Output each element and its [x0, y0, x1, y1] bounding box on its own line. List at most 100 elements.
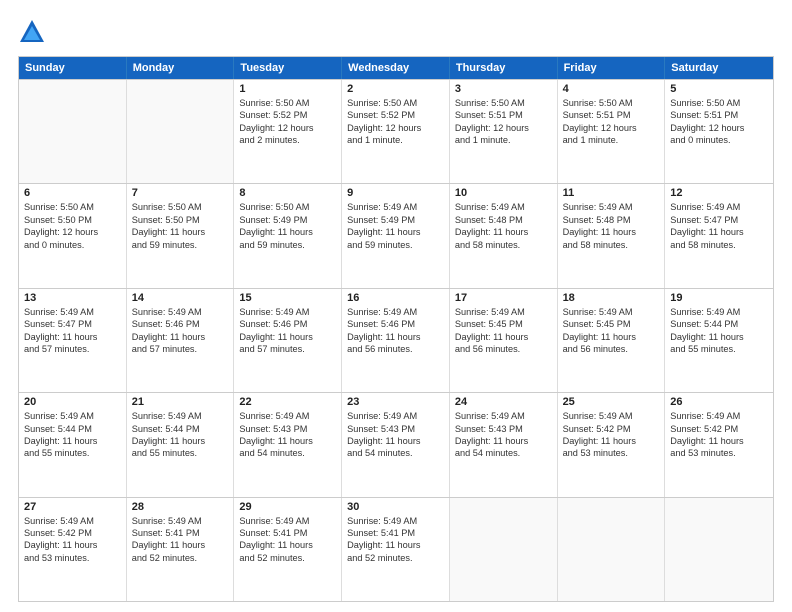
cell-line: Sunrise: 5:49 AM [670, 201, 768, 213]
cal-cell: 25Sunrise: 5:49 AMSunset: 5:42 PMDayligh… [558, 393, 666, 496]
cell-line: Sunrise: 5:49 AM [347, 515, 444, 527]
cal-cell: 20Sunrise: 5:49 AMSunset: 5:44 PMDayligh… [19, 393, 127, 496]
cal-cell: 6Sunrise: 5:50 AMSunset: 5:50 PMDaylight… [19, 184, 127, 287]
cell-line: Sunset: 5:48 PM [563, 214, 660, 226]
cal-cell [127, 80, 235, 183]
day-number: 6 [24, 187, 121, 199]
logo-icon [18, 18, 46, 46]
cell-line: Daylight: 11 hours [239, 435, 336, 447]
cell-line: Sunrise: 5:49 AM [455, 410, 552, 422]
day-number: 11 [563, 187, 660, 199]
day-number: 18 [563, 292, 660, 304]
cal-cell: 7Sunrise: 5:50 AMSunset: 5:50 PMDaylight… [127, 184, 235, 287]
cal-cell: 21Sunrise: 5:49 AMSunset: 5:44 PMDayligh… [127, 393, 235, 496]
cal-cell: 12Sunrise: 5:49 AMSunset: 5:47 PMDayligh… [665, 184, 773, 287]
logo [18, 18, 50, 46]
cell-line: Daylight: 11 hours [24, 435, 121, 447]
day-number: 10 [455, 187, 552, 199]
day-number: 15 [239, 292, 336, 304]
cell-line: Sunrise: 5:49 AM [24, 515, 121, 527]
cell-line: Sunset: 5:52 PM [239, 109, 336, 121]
cell-line: Sunset: 5:51 PM [563, 109, 660, 121]
cell-line: Sunrise: 5:49 AM [347, 201, 444, 213]
cell-line: Sunrise: 5:50 AM [132, 201, 229, 213]
cell-line: Sunset: 5:44 PM [132, 423, 229, 435]
cal-cell: 2Sunrise: 5:50 AMSunset: 5:52 PMDaylight… [342, 80, 450, 183]
cell-line: Sunrise: 5:49 AM [239, 410, 336, 422]
cal-cell: 9Sunrise: 5:49 AMSunset: 5:49 PMDaylight… [342, 184, 450, 287]
cal-cell: 18Sunrise: 5:49 AMSunset: 5:45 PMDayligh… [558, 289, 666, 392]
cell-line: Sunset: 5:51 PM [455, 109, 552, 121]
cal-cell: 8Sunrise: 5:50 AMSunset: 5:49 PMDaylight… [234, 184, 342, 287]
cell-line: and 56 minutes. [455, 343, 552, 355]
cal-cell: 3Sunrise: 5:50 AMSunset: 5:51 PMDaylight… [450, 80, 558, 183]
cell-line: Daylight: 12 hours [239, 122, 336, 134]
cell-line: Sunrise: 5:49 AM [563, 306, 660, 318]
cell-line: Sunset: 5:43 PM [239, 423, 336, 435]
cal-cell: 23Sunrise: 5:49 AMSunset: 5:43 PMDayligh… [342, 393, 450, 496]
cell-line: Daylight: 11 hours [239, 226, 336, 238]
cell-line: and 57 minutes. [132, 343, 229, 355]
cell-line: Sunrise: 5:49 AM [347, 410, 444, 422]
cell-line: and 52 minutes. [347, 552, 444, 564]
day-number: 29 [239, 501, 336, 513]
cal-cell: 27Sunrise: 5:49 AMSunset: 5:42 PMDayligh… [19, 498, 127, 601]
cal-header-tuesday: Tuesday [234, 57, 342, 79]
day-number: 8 [239, 187, 336, 199]
cell-line: Sunrise: 5:50 AM [24, 201, 121, 213]
cell-line: Sunset: 5:42 PM [670, 423, 768, 435]
cell-line: Sunset: 5:50 PM [132, 214, 229, 226]
cell-line: Sunrise: 5:49 AM [563, 410, 660, 422]
cell-line: Sunrise: 5:50 AM [347, 97, 444, 109]
cell-line: Sunset: 5:47 PM [670, 214, 768, 226]
cell-line: Daylight: 12 hours [670, 122, 768, 134]
cal-cell [665, 498, 773, 601]
cell-line: Sunrise: 5:49 AM [455, 201, 552, 213]
cal-cell: 22Sunrise: 5:49 AMSunset: 5:43 PMDayligh… [234, 393, 342, 496]
cal-header-sunday: Sunday [19, 57, 127, 79]
day-number: 4 [563, 83, 660, 95]
cell-line: Daylight: 11 hours [347, 331, 444, 343]
day-number: 2 [347, 83, 444, 95]
cal-cell: 5Sunrise: 5:50 AMSunset: 5:51 PMDaylight… [665, 80, 773, 183]
cal-cell: 17Sunrise: 5:49 AMSunset: 5:45 PMDayligh… [450, 289, 558, 392]
cell-line: Sunrise: 5:49 AM [132, 515, 229, 527]
day-number: 19 [670, 292, 768, 304]
day-number: 28 [132, 501, 229, 513]
cell-line: Sunset: 5:47 PM [24, 318, 121, 330]
cell-line: Daylight: 12 hours [455, 122, 552, 134]
calendar: SundayMondayTuesdayWednesdayThursdayFrid… [18, 56, 774, 602]
cell-line: and 58 minutes. [670, 239, 768, 251]
cell-line: and 58 minutes. [563, 239, 660, 251]
cal-cell [558, 498, 666, 601]
cell-line: Sunset: 5:45 PM [563, 318, 660, 330]
cell-line: Daylight: 11 hours [563, 226, 660, 238]
cell-line: Sunset: 5:50 PM [24, 214, 121, 226]
header [18, 18, 774, 46]
cell-line: Daylight: 11 hours [455, 226, 552, 238]
day-number: 26 [670, 396, 768, 408]
cell-line: and 2 minutes. [239, 134, 336, 146]
cal-week-2: 6Sunrise: 5:50 AMSunset: 5:50 PMDaylight… [19, 183, 773, 287]
cell-line: Sunrise: 5:49 AM [670, 410, 768, 422]
cell-line: Sunset: 5:43 PM [347, 423, 444, 435]
cell-line: Sunrise: 5:49 AM [132, 306, 229, 318]
day-number: 16 [347, 292, 444, 304]
cell-line: Sunrise: 5:49 AM [563, 201, 660, 213]
day-number: 30 [347, 501, 444, 513]
cal-cell: 13Sunrise: 5:49 AMSunset: 5:47 PMDayligh… [19, 289, 127, 392]
cell-line: Sunset: 5:46 PM [347, 318, 444, 330]
cal-cell: 4Sunrise: 5:50 AMSunset: 5:51 PMDaylight… [558, 80, 666, 183]
cell-line: Sunset: 5:41 PM [239, 527, 336, 539]
day-number: 5 [670, 83, 768, 95]
day-number: 20 [24, 396, 121, 408]
cal-cell [19, 80, 127, 183]
cell-line: Daylight: 11 hours [455, 331, 552, 343]
cal-cell: 15Sunrise: 5:49 AMSunset: 5:46 PMDayligh… [234, 289, 342, 392]
cell-line: and 59 minutes. [347, 239, 444, 251]
cell-line: and 0 minutes. [670, 134, 768, 146]
cell-line: Sunrise: 5:49 AM [24, 410, 121, 422]
cell-line: and 52 minutes. [239, 552, 336, 564]
cal-cell: 11 Sunrise: 5:49 AMSunset: 5:48 PMDayligh… [558, 184, 666, 287]
cell-line: Sunset: 5:41 PM [347, 527, 444, 539]
